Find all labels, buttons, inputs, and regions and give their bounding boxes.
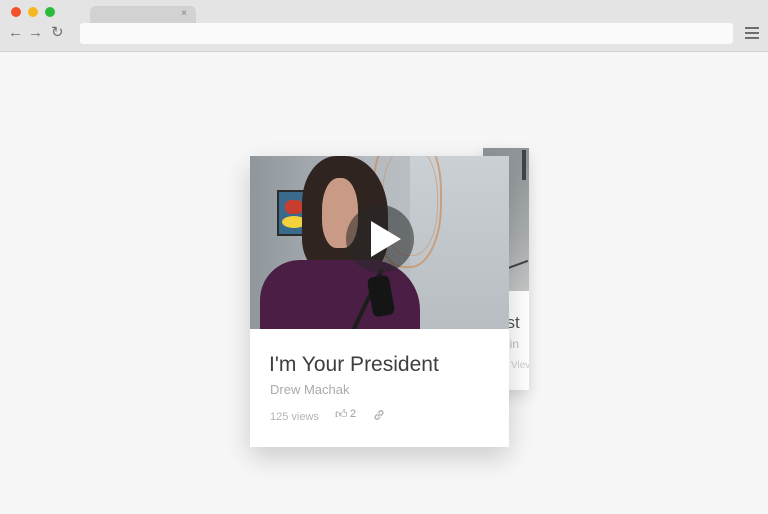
video-card[interactable]: I'm Your President Drew Machak 125 views…: [250, 156, 509, 447]
minimize-window-button[interactable]: [28, 7, 38, 17]
thumbs-up-icon: 👍︎: [335, 407, 348, 421]
browser-chrome: × ← → ↻: [0, 0, 768, 52]
video-title[interactable]: I'm Your President: [269, 353, 439, 377]
forward-arrow-icon[interactable]: →: [28, 25, 43, 41]
close-window-button[interactable]: [11, 7, 21, 17]
tab-close-icon[interactable]: ×: [181, 7, 187, 21]
address-bar[interactable]: [80, 23, 733, 44]
like-count: 2: [350, 408, 357, 420]
browser-tab[interactable]: ×: [90, 6, 196, 23]
play-icon[interactable]: [346, 205, 414, 273]
maximize-window-button[interactable]: [45, 7, 55, 17]
video-author[interactable]: Drew Machak: [270, 382, 349, 397]
hamburger-menu-icon[interactable]: [745, 27, 759, 39]
link-icon[interactable]: [372, 408, 386, 422]
back-arrow-icon[interactable]: ←: [8, 25, 23, 41]
view-count: 125 views: [270, 411, 319, 423]
video-thumbnail[interactable]: [250, 156, 509, 329]
reload-icon[interactable]: ↻: [51, 25, 64, 41]
like-button[interactable]: 👍︎ 2: [335, 408, 356, 420]
